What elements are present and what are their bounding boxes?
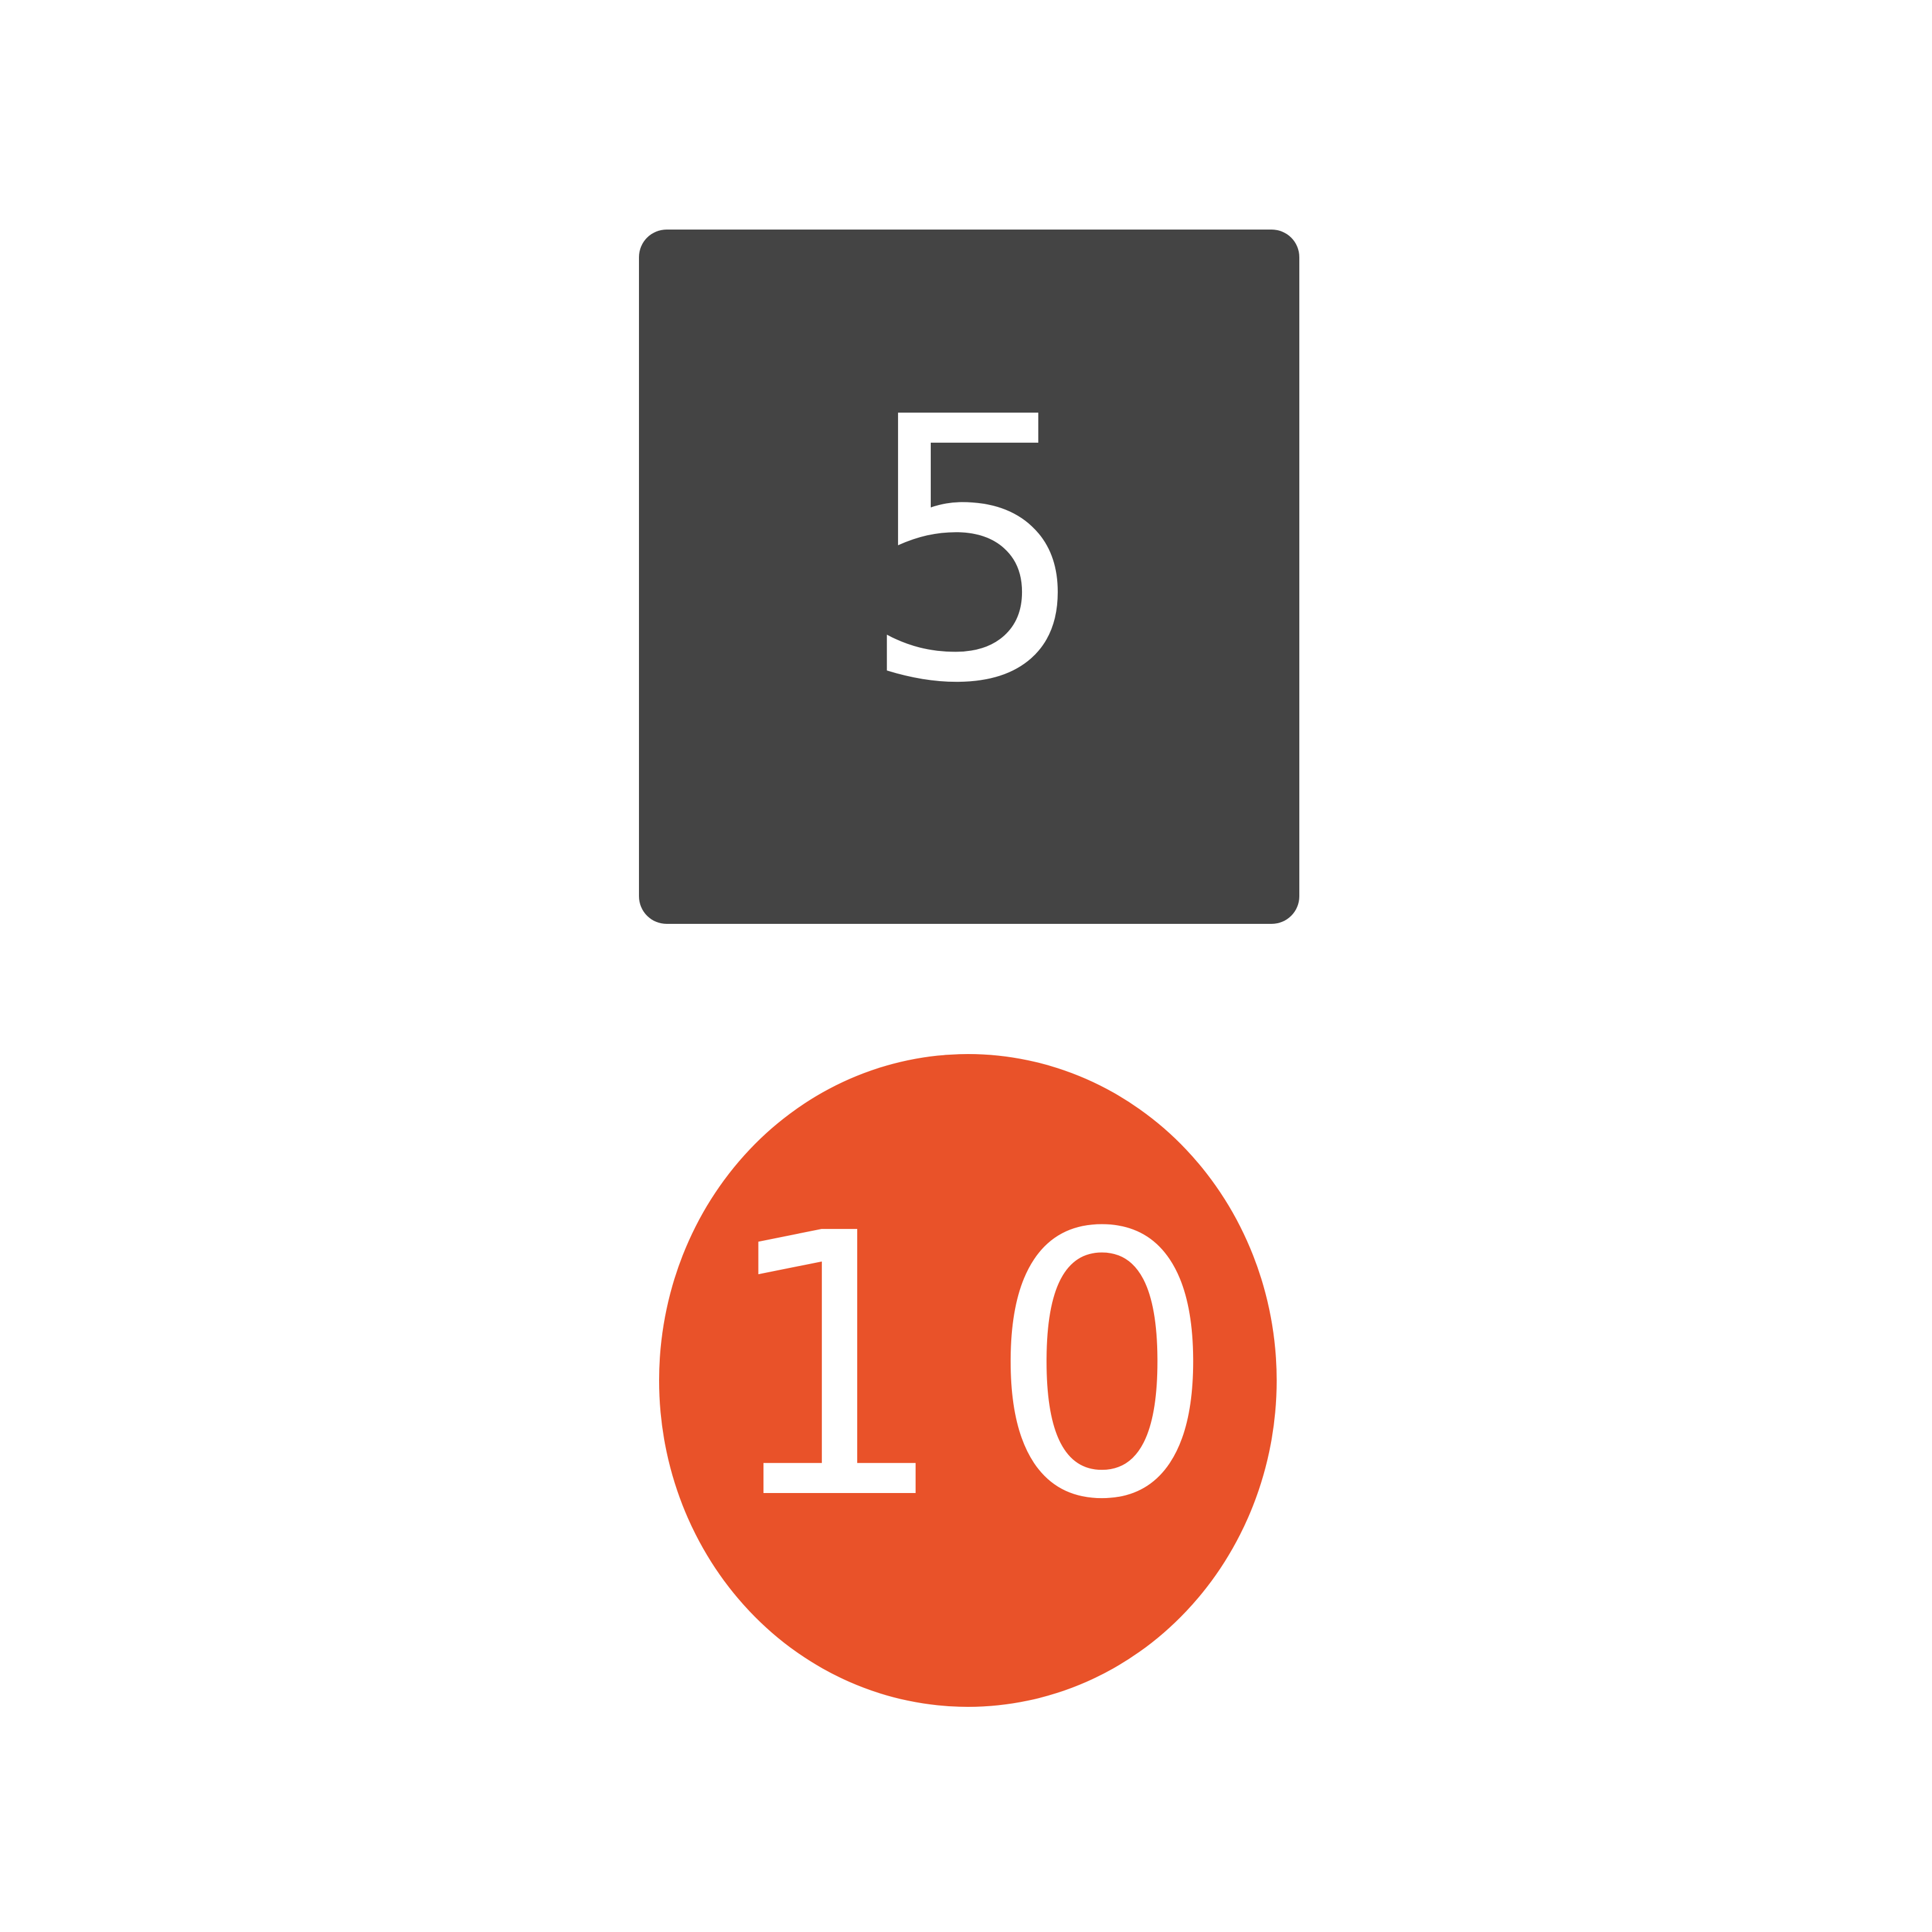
circle-number-tile[interactable]: 10 [659, 1054, 1277, 1707]
square-number-tile[interactable]: 5 [639, 230, 1299, 924]
circle-number: 10 [718, 1157, 1255, 1579]
square-number: 5 [858, 340, 1090, 762]
canvas: 5 10 [0, 0, 1932, 1932]
